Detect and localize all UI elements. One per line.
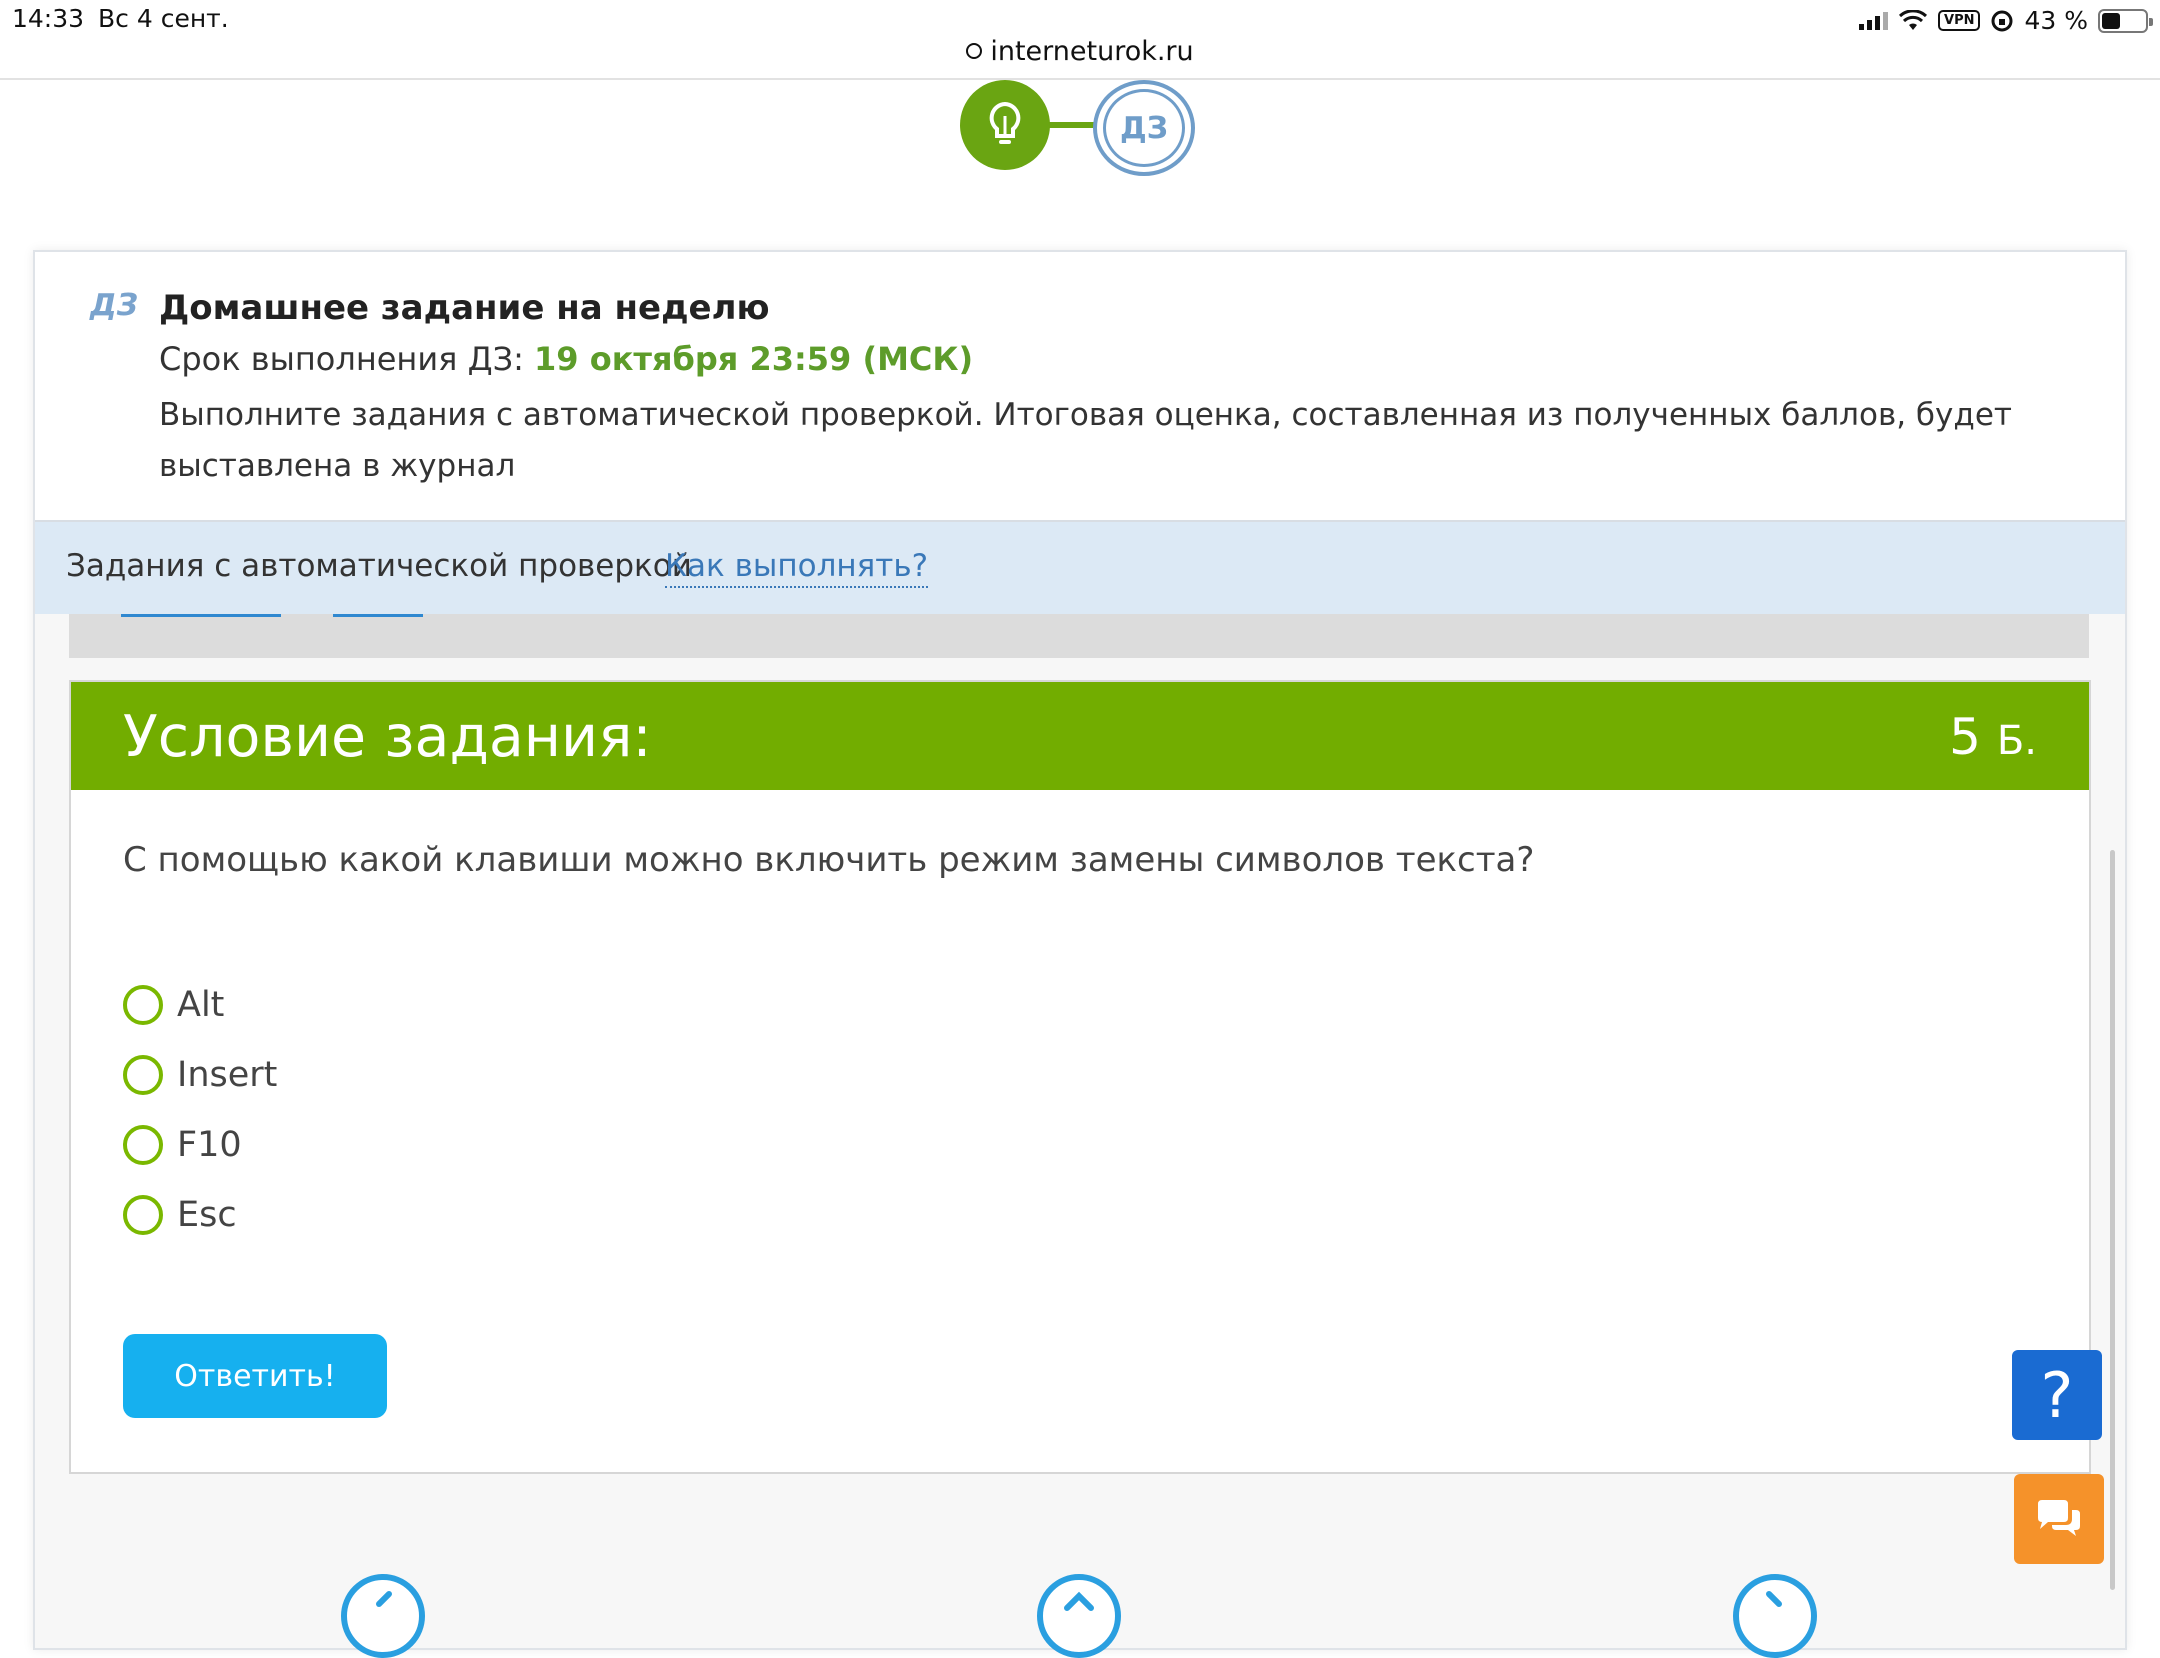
- chevron-up-icon: [1064, 1591, 1094, 1611]
- help-button[interactable]: ?: [2012, 1350, 2102, 1440]
- option-f10[interactable]: F10: [123, 1110, 277, 1180]
- option-insert[interactable]: Insert: [123, 1040, 277, 1110]
- step-lesson[interactable]: [960, 80, 1050, 170]
- chevron-right-icon: [1766, 1591, 1782, 1607]
- question-text: С помощью какой клавиши можно включить р…: [123, 840, 1535, 880]
- option-label: Alt: [177, 985, 225, 1025]
- chevron-left-icon: [376, 1591, 392, 1607]
- auto-check-label: Задания с автоматической проверкой: [66, 548, 692, 584]
- step-homework-label: ДЗ: [1103, 89, 1185, 167]
- homework-description: Выполните задания с автоматической прове…: [159, 397, 2012, 484]
- scrollbar[interactable]: [2110, 850, 2115, 1590]
- chat-icon: [2038, 1500, 2080, 1536]
- task-panel: Условие задания: 5 Б. С помощью какой кл…: [69, 680, 2091, 1474]
- site-info-icon[interactable]: [966, 43, 983, 59]
- battery-icon: [2098, 8, 2153, 33]
- radio-button[interactable]: [123, 1125, 163, 1165]
- lightbulb-icon: [989, 101, 1021, 144]
- lesson-steps: ДЗ: [960, 78, 1200, 178]
- signal-icon: [1859, 11, 1889, 30]
- next-button[interactable]: [1733, 1574, 1817, 1658]
- task-tabs-strip: [69, 614, 2089, 658]
- answer-options: Alt Insert F10 Esc: [123, 970, 277, 1250]
- chat-button[interactable]: [2014, 1474, 2104, 1564]
- how-to-link[interactable]: Как выполнять?: [665, 548, 929, 588]
- points-unit: Б.: [1996, 718, 2037, 764]
- option-alt[interactable]: Alt: [123, 970, 277, 1040]
- homework-card: ДЗ Домашнее задание на неделю Срок выпол…: [33, 250, 2127, 1650]
- auto-check-bar: Задания с автоматической проверкой Как в…: [35, 522, 2125, 614]
- task-header: Условие задания: 5 Б.: [71, 682, 2089, 790]
- prev-button[interactable]: [341, 1574, 425, 1658]
- vpn-badge: VPN: [1938, 10, 1981, 31]
- deadline-prefix: Срок выполнения ДЗ:: [159, 340, 535, 378]
- homework-icon: ДЗ: [90, 288, 139, 323]
- option-label: Esc: [177, 1195, 237, 1235]
- radio-button[interactable]: [123, 1055, 163, 1095]
- clock: 14:33: [12, 4, 85, 33]
- submit-answer-button[interactable]: Ответить!: [123, 1334, 387, 1418]
- battery-percent: 43 %: [2024, 6, 2088, 35]
- date: Вс 4 сент.: [98, 4, 229, 33]
- url-text: interneturok.ru: [990, 36, 1194, 67]
- option-label: Insert: [177, 1055, 278, 1095]
- up-button[interactable]: [1037, 1574, 1121, 1658]
- task-points: 5 Б.: [1949, 708, 2037, 766]
- status-icons: VPN 43 %: [1859, 6, 2153, 35]
- option-label: F10: [177, 1125, 242, 1165]
- option-esc[interactable]: Esc: [123, 1180, 277, 1250]
- homework-deadline: Срок выполнения ДЗ: 19 октября 23:59 (МС…: [159, 340, 973, 378]
- homework-header: ДЗ Домашнее задание на неделю Срок выпол…: [35, 252, 2125, 522]
- radio-button[interactable]: [123, 985, 163, 1025]
- radio-button[interactable]: [123, 1195, 163, 1235]
- address-bar[interactable]: interneturok.ru: [0, 36, 2160, 67]
- step-homework[interactable]: ДЗ: [1093, 80, 1195, 176]
- tab-underline: [333, 614, 423, 617]
- tab-underline: [121, 614, 281, 617]
- task-title: Условие задания:: [123, 704, 652, 770]
- homework-title: Домашнее задание на неделю: [159, 288, 770, 328]
- status-bar: 14:33 Вс 4 сент. interneturok.ru VPN 43 …: [0, 0, 2160, 80]
- deadline-date: 19 октября 23:59 (МСК): [534, 340, 974, 378]
- orientation-lock-icon: [1991, 10, 2013, 31]
- points-value: 5: [1949, 708, 1981, 766]
- wifi-icon: [1898, 9, 1928, 30]
